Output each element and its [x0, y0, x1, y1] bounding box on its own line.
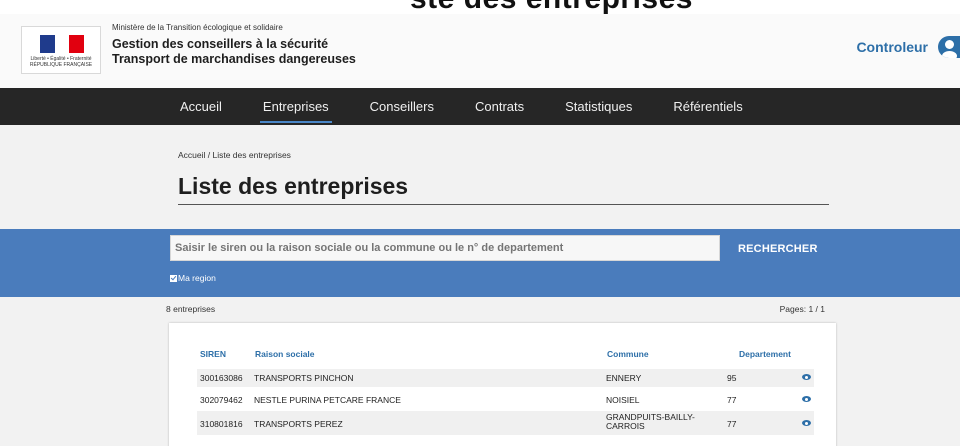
nav-item-accueil[interactable]: Accueil — [180, 88, 222, 125]
cell-commune: NOISIEL — [606, 395, 640, 405]
search-band: RECHERCHER Ma region — [0, 229, 960, 297]
cell-siren: 300163086 — [200, 373, 243, 383]
ministry-label: Ministère de la Transition écologique et… — [112, 23, 283, 32]
cell-departement: 77 — [727, 419, 737, 429]
nav-item-entreprises[interactable]: Entreprises — [259, 88, 332, 125]
region-filter[interactable]: Ma region — [170, 273, 216, 283]
cell-raison-sociale: NESTLE PURINA PETCARE FRANCE — [254, 395, 401, 405]
breadcrumb[interactable]: Accueil / Liste des entreprises — [178, 150, 291, 160]
region-checkbox[interactable] — [170, 274, 177, 282]
column-departement[interactable]: Departement — [739, 349, 791, 359]
table-row[interactable]: 300163086 TRANSPORTS PINCHON ENNERY 95 — [197, 369, 814, 387]
results-count: 8 entreprises — [166, 304, 216, 314]
column-raison-sociale[interactable]: Raison sociale — [255, 349, 315, 359]
logo-caption: Liberté • Égalité • Fraternité RÉPUBLIQU… — [29, 56, 93, 68]
table-row[interactable]: 302079462 NESTLE PURINA PETCARE FRANCE N… — [197, 391, 814, 409]
search-button[interactable]: RECHERCHER — [738, 243, 818, 255]
republique-logo[interactable]: Liberté • Égalité • Fraternité RÉPUBLIQU… — [21, 26, 101, 74]
region-label: Ma region — [178, 273, 216, 283]
user-name[interactable]: Controleur — [856, 39, 928, 55]
view-eye-icon[interactable] — [802, 420, 811, 426]
cell-siren: 310801816 — [200, 419, 243, 429]
table-row-partial[interactable] — [197, 439, 814, 446]
flag-icon — [40, 35, 85, 53]
nav-item-contrats[interactable]: Contrats — [475, 88, 524, 125]
results-table: SIREN Raison sociale Commune Departement… — [169, 323, 836, 446]
nav-item-conseillers[interactable]: Conseillers — [370, 88, 434, 125]
cell-departement: 77 — [727, 395, 737, 405]
nav-item-statistiques[interactable]: Statistiques — [565, 88, 632, 125]
user-menu[interactable]: Controleur — [856, 36, 960, 58]
app-title-line2: Transport de marchandises dangereuses — [112, 52, 356, 66]
view-eye-icon[interactable] — [802, 396, 811, 402]
pagination-label: Pages: 1 / 1 — [779, 304, 825, 314]
app-title-line1: Gestion des conseillers à la sécurité — [112, 37, 329, 51]
cell-commune: GRANDPUITS-BAILLY-CARROIS — [606, 412, 695, 431]
app-title[interactable]: Gestion des conseillers à la sécurité Tr… — [112, 37, 356, 67]
page-title-overflow-text: ste des entreprises — [410, 0, 693, 14]
user-avatar-icon[interactable] — [938, 36, 960, 58]
table-header: SIREN Raison sociale Commune Departement — [169, 349, 836, 362]
main-nav: Accueil Entreprises Conseillers Contrats… — [0, 88, 960, 125]
table-row[interactable]: 310801816 TRANSPORTS PEREZ GRANDPUITS-BA… — [197, 411, 814, 435]
search-input[interactable] — [170, 235, 720, 261]
title-divider — [178, 204, 829, 205]
page-title-overflow: ste des entreprises — [0, 0, 960, 14]
column-siren[interactable]: SIREN — [200, 349, 226, 359]
cell-siren: 302079462 — [200, 395, 243, 405]
cell-commune: ENNERY — [606, 373, 642, 383]
page-title: Liste des entreprises — [178, 173, 409, 199]
column-commune[interactable]: Commune — [607, 349, 649, 359]
cell-raison-sociale: TRANSPORTS PEREZ — [254, 419, 343, 429]
cell-departement: 95 — [727, 373, 737, 383]
nav-item-referentiels[interactable]: Référentiels — [673, 88, 742, 125]
view-eye-icon[interactable] — [802, 374, 811, 380]
cell-raison-sociale: TRANSPORTS PINCHON — [254, 373, 354, 383]
header: Liberté • Égalité • Fraternité RÉPUBLIQU… — [0, 14, 960, 88]
